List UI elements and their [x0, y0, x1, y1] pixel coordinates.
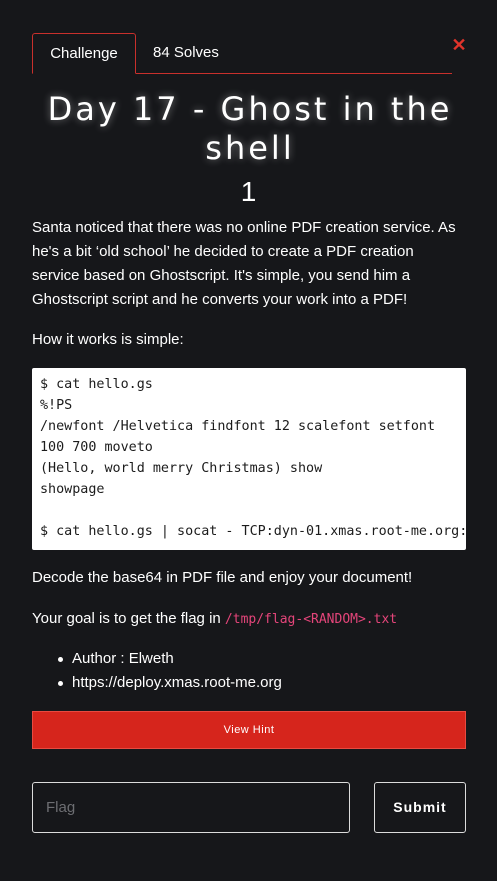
flag-input[interactable] [32, 782, 350, 833]
goal-text: Your goal is to get the flag in /tmp/fla… [32, 607, 462, 632]
code-line: $ cat hello.gs | socat - TCP:dyn-01.xmas… [40, 524, 466, 539]
challenge-title: Day 17 - Ghost in the shell [47, 90, 453, 167]
tab-challenge[interactable]: Challenge [32, 33, 136, 74]
challenge-tabs: Challenge 84 Solves [32, 33, 452, 74]
code-line: /newfont /Helvetica findfont 12 scalefon… [40, 419, 436, 434]
decode-instruction: Decode the base64 in PDF file and enjoy … [32, 569, 413, 586]
deploy-link[interactable]: https://deploy.xmas.root-me.org [56, 671, 282, 695]
code-line: (Hello, world merry Christmas) show [40, 461, 323, 476]
code-line: showpage [40, 482, 105, 497]
how-it-works-text: How it works is simple: [32, 331, 184, 348]
goal-prefix: Your goal is to get the flag in [32, 610, 225, 627]
submit-button[interactable]: Submit [374, 782, 466, 833]
code-line: %!PS [40, 398, 73, 413]
challenge-description: Santa noticed that there was no online P… [32, 219, 456, 308]
close-icon[interactable]: ✕ [451, 36, 467, 54]
challenge-details: Author : Elweth https://deploy.xmas.root… [56, 647, 282, 695]
tab-solves[interactable]: 84 Solves [137, 33, 235, 73]
code-line: $ cat hello.gs [40, 377, 153, 392]
code-block: $ cat hello.gs %!PS /newfont /Helvetica … [32, 368, 466, 550]
view-hint-button[interactable]: View Hint [32, 711, 466, 749]
code-line: 100 700 moveto [40, 440, 153, 455]
flag-path: /tmp/flag-<RANDOM>.txt [224, 612, 398, 627]
author-item: Author : Elweth [56, 647, 282, 671]
challenge-points: 1 [240, 176, 257, 207]
